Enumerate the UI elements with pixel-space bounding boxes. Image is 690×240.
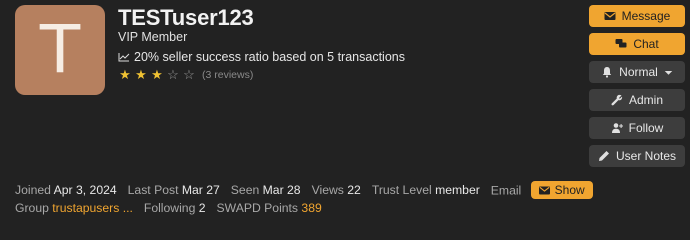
reviews-count[interactable]: (3 reviews) (202, 69, 253, 81)
user-notes-label: User Notes (615, 149, 677, 163)
notification-level-button[interactable]: Normal (589, 61, 685, 83)
notification-level-label: Normal (619, 65, 658, 79)
views-label: Views (311, 183, 344, 197)
seen-label: Seen (230, 183, 260, 197)
avatar-letter: T (39, 11, 81, 88)
user-stats-row-2: Group trustapusers ... Following 2 SWAPD… (15, 201, 333, 215)
email-stat: Email Show (491, 181, 593, 199)
pencil-icon (598, 151, 609, 161)
seller-ratio-text: 20% seller success ratio based on 5 tran… (134, 50, 405, 64)
joined-label: Joined (15, 183, 51, 197)
points-stat: SWAPD Points 389 (217, 201, 322, 215)
user-notes-button[interactable]: User Notes (589, 145, 685, 167)
follow-label: Follow (628, 121, 664, 135)
user-stats-row-1: Joined Apr 3, 2024 Last Post Mar 27 Seen… (15, 181, 604, 199)
points-label: SWAPD Points (216, 201, 299, 215)
seen-stat: Seen Mar 28 (231, 183, 301, 197)
user-plus-icon (611, 123, 623, 133)
username: TESTuser123 (118, 5, 254, 30)
points-value: 389 (301, 201, 322, 215)
chat-button[interactable]: Chat (589, 33, 685, 55)
wrench-icon (611, 94, 623, 106)
views-value: 22 (347, 183, 361, 197)
last-post-stat: Last Post Mar 27 (128, 183, 220, 197)
follow-button[interactable]: Follow (589, 117, 685, 139)
last-post-label: Last Post (127, 183, 179, 197)
star-outline-icon: ☆ (183, 67, 195, 82)
trust-level-label: Trust Level (371, 183, 432, 197)
rating-stars: ★ ★ ★ ☆ ☆ (3 reviews) (118, 67, 253, 83)
last-post-value[interactable]: Mar 27 (182, 183, 220, 197)
views-stat: Views 22 (312, 183, 361, 197)
admin-label: Admin (628, 93, 663, 107)
following-stat: Following 2 (144, 201, 206, 215)
trust-level-stat: Trust Level member (372, 183, 480, 197)
message-button[interactable]: Message (589, 5, 685, 27)
envelope-icon (604, 12, 616, 20)
chat-bubbles-icon (615, 39, 627, 48)
star-icon: ★ (119, 67, 131, 82)
joined-value: Apr 3, 2024 (53, 183, 117, 197)
star-outline-icon: ☆ (167, 67, 179, 82)
star-icon: ★ (135, 67, 147, 82)
bell-icon (602, 67, 612, 78)
joined-stat: Joined Apr 3, 2024 (15, 183, 117, 197)
group-link[interactable]: trustapusers ... (52, 201, 133, 215)
seller-ratio: 20% seller success ratio based on 5 tran… (118, 50, 405, 64)
trust-level-value: member (435, 183, 480, 197)
message-label: Message (621, 9, 671, 23)
following-label: Following (143, 201, 196, 215)
caret-down-icon (664, 70, 673, 75)
chart-line-icon (118, 53, 130, 62)
chat-label: Chat (633, 37, 659, 51)
show-email-button[interactable]: Show (530, 181, 593, 199)
seen-value: Mar 28 (262, 183, 301, 197)
group-label: Group (15, 201, 49, 215)
star-icon: ★ (151, 67, 163, 82)
following-value: 2 (198, 201, 206, 215)
profile-actions: Message Chat Normal Admin Follow User No… (589, 5, 685, 173)
user-avatar[interactable]: T (15, 5, 105, 95)
group-stat: Group trustapusers ... (15, 201, 133, 215)
envelope-icon (538, 186, 550, 194)
admin-button[interactable]: Admin (589, 89, 685, 111)
show-email-label: Show (554, 183, 585, 197)
user-title: VIP Member (118, 30, 188, 44)
email-label: Email (490, 183, 522, 198)
